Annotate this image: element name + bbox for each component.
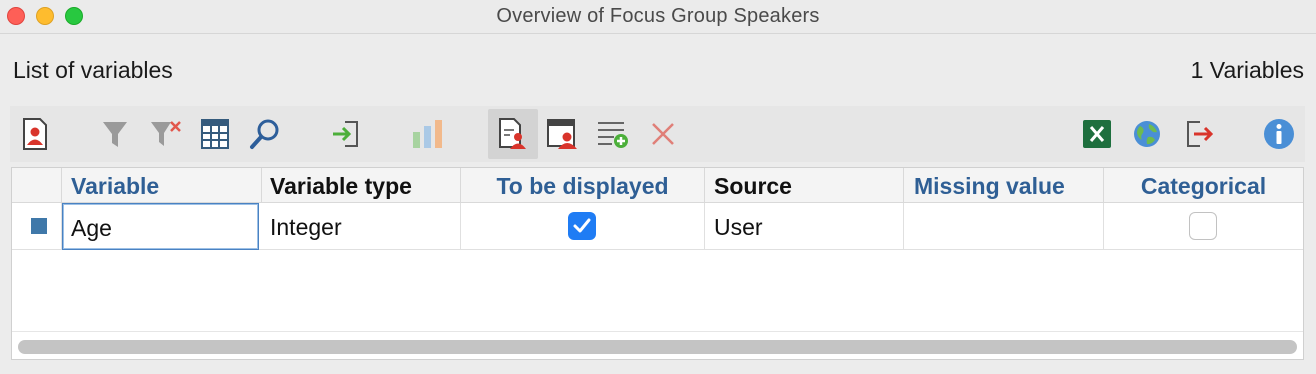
- chart-button[interactable]: [403, 109, 453, 159]
- export-icon: [1187, 121, 1214, 147]
- import-icon: [333, 121, 358, 147]
- toolbar: [10, 106, 1305, 162]
- row-selector-header: [12, 168, 62, 203]
- web-export-button[interactable]: [1122, 109, 1172, 159]
- excel-export-button[interactable]: [1072, 109, 1122, 159]
- variables-table: Variable Variable type To be displayed S…: [11, 167, 1304, 360]
- person-document-icon: [23, 118, 47, 150]
- excel-icon: [1083, 120, 1111, 148]
- variable-type-cell[interactable]: Integer: [262, 203, 461, 250]
- list-add-icon: [598, 122, 628, 148]
- column-header-source[interactable]: Source: [705, 168, 904, 203]
- to-be-displayed-checkbox[interactable]: [568, 212, 596, 240]
- source-cell[interactable]: User: [705, 203, 904, 250]
- speaker-variables-button[interactable]: [488, 109, 538, 159]
- column-header-categorical[interactable]: Categorical: [1104, 168, 1303, 203]
- delete-x-icon: [652, 123, 674, 145]
- bar-chart-icon: [413, 120, 442, 148]
- title-bar: Overview of Focus Group Speakers: [0, 0, 1316, 34]
- info-button[interactable]: [1254, 109, 1304, 159]
- filter-clear-icon: [151, 121, 181, 146]
- column-header-variable-type[interactable]: Variable type: [262, 168, 461, 203]
- speaker-list-icon: [499, 118, 526, 149]
- info-icon: [1264, 119, 1294, 149]
- columns-button[interactable]: [190, 109, 240, 159]
- import-button[interactable]: [321, 109, 371, 159]
- horizontal-scrollbar[interactable]: [18, 340, 1297, 354]
- grid-bottom-line: [12, 331, 1303, 332]
- row-selector[interactable]: [12, 203, 62, 250]
- new-variable-button[interactable]: [10, 109, 60, 159]
- search-icon: [250, 119, 279, 149]
- categorical-cell: [1104, 203, 1303, 250]
- search-button[interactable]: [240, 109, 290, 159]
- speaker-table-icon: [547, 119, 577, 149]
- clear-filter-button[interactable]: [141, 109, 191, 159]
- column-header-to-be-displayed[interactable]: To be displayed: [461, 168, 705, 203]
- table-header: Variable Variable type To be displayed S…: [12, 168, 1303, 203]
- speaker-overview-button[interactable]: [538, 109, 588, 159]
- columns-icon: [201, 119, 229, 149]
- window-title: Overview of Focus Group Speakers: [496, 5, 820, 27]
- export-button[interactable]: [1174, 109, 1224, 159]
- to-be-displayed-cell: [461, 203, 705, 250]
- filter-icon: [103, 122, 127, 147]
- variable-count: 1 Variables: [1190, 57, 1304, 83]
- column-header-missing-value[interactable]: Missing value: [904, 168, 1104, 203]
- table-row[interactable]: Age Integer User: [12, 203, 1303, 250]
- delete-button[interactable]: [638, 109, 688, 159]
- checkmark-icon: [573, 218, 591, 233]
- missing-value-cell[interactable]: [904, 203, 1104, 250]
- filter-button[interactable]: [90, 109, 140, 159]
- add-variable-button[interactable]: [588, 109, 638, 159]
- globe-icon: [1134, 121, 1160, 147]
- categorical-checkbox[interactable]: [1189, 212, 1217, 240]
- variable-name-cell[interactable]: Age: [62, 203, 259, 250]
- column-header-variable[interactable]: Variable: [62, 168, 262, 203]
- list-title: List of variables: [13, 57, 173, 83]
- row-marker-icon: [31, 218, 47, 234]
